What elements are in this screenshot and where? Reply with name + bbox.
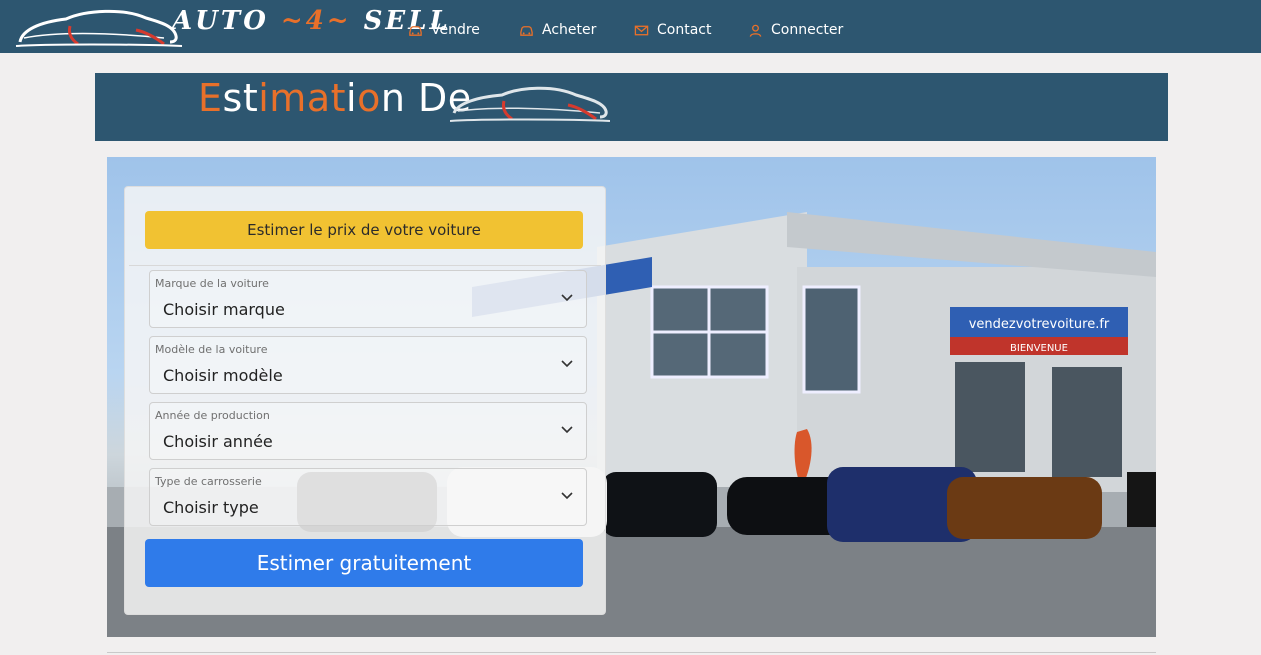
brand-name-part1: AUTO <box>172 6 281 36</box>
title-part: at <box>306 76 346 120</box>
brand-select-value: Choisir marque <box>163 300 285 319</box>
model-select-label: Modèle de la voiture <box>155 343 268 356</box>
body-type-select-label: Type de carrosserie <box>155 475 262 488</box>
title-part: o <box>357 76 381 120</box>
estimation-form-card: Estimer le prix de votre voiture Marque … <box>124 186 606 615</box>
brand-name-accent: ~4~ <box>280 6 352 36</box>
envelope-icon <box>634 25 649 35</box>
nav-label-contact: Contact <box>657 22 712 38</box>
page-title: Estimation De <box>198 76 472 120</box>
chevron-down-icon <box>561 426 573 434</box>
page-header-banner: Estimation De <box>95 73 1168 141</box>
car-silhouette-icon <box>15 9 183 47</box>
sign-text: vendezvotrevoiture.fr <box>969 317 1110 332</box>
user-icon <box>749 24 762 37</box>
title-part: m <box>269 76 307 120</box>
estimate-price-header-button[interactable]: Estimer le prix de votre voiture <box>145 211 583 249</box>
car-icon <box>409 25 422 36</box>
nav-label-vendre: Vendre <box>431 22 480 38</box>
nav-item-vendre[interactable]: Vendre <box>408 20 480 40</box>
brand-select-label: Marque de la voiture <box>155 277 269 290</box>
footer-divider <box>107 652 1156 653</box>
body-type-select-value: Choisir type <box>163 498 259 517</box>
year-select-label: Année de production <box>155 409 270 422</box>
chevron-down-icon <box>561 492 573 500</box>
nav-item-connecter[interactable]: Connecter <box>748 20 843 40</box>
year-select-value: Choisir année <box>163 432 273 451</box>
car-silhouette-icon <box>450 86 610 122</box>
model-select[interactable]: Modèle de la voiture Choisir modèle <box>149 336 587 394</box>
nav-label-connecter: Connecter <box>771 22 844 38</box>
sign-subtext: BIENVENUE <box>1010 343 1068 354</box>
title-part: st <box>222 76 259 120</box>
top-navbar: AUTO ~4~ SELL Vendre Acheter Contact Con… <box>0 0 1261 53</box>
title-part: i <box>258 76 270 120</box>
estimate-free-button[interactable]: Estimer gratuitement <box>145 539 583 587</box>
chevron-down-icon <box>561 294 573 302</box>
chevron-down-icon <box>561 360 573 368</box>
title-part: E <box>198 76 223 120</box>
body-type-select[interactable]: Type de carrosserie Choisir type <box>149 468 587 526</box>
year-select[interactable]: Année de production Choisir année <box>149 402 587 460</box>
nav-item-contact[interactable]: Contact <box>634 20 711 40</box>
nav-label-acheter: Acheter <box>542 22 597 38</box>
brand-select[interactable]: Marque de la voiture Choisir marque <box>149 270 587 328</box>
model-select-value: Choisir modèle <box>163 366 283 385</box>
divider <box>129 265 601 266</box>
car-icon <box>520 25 533 36</box>
nav-item-acheter[interactable]: Acheter <box>519 20 596 40</box>
title-part: i <box>346 76 358 120</box>
